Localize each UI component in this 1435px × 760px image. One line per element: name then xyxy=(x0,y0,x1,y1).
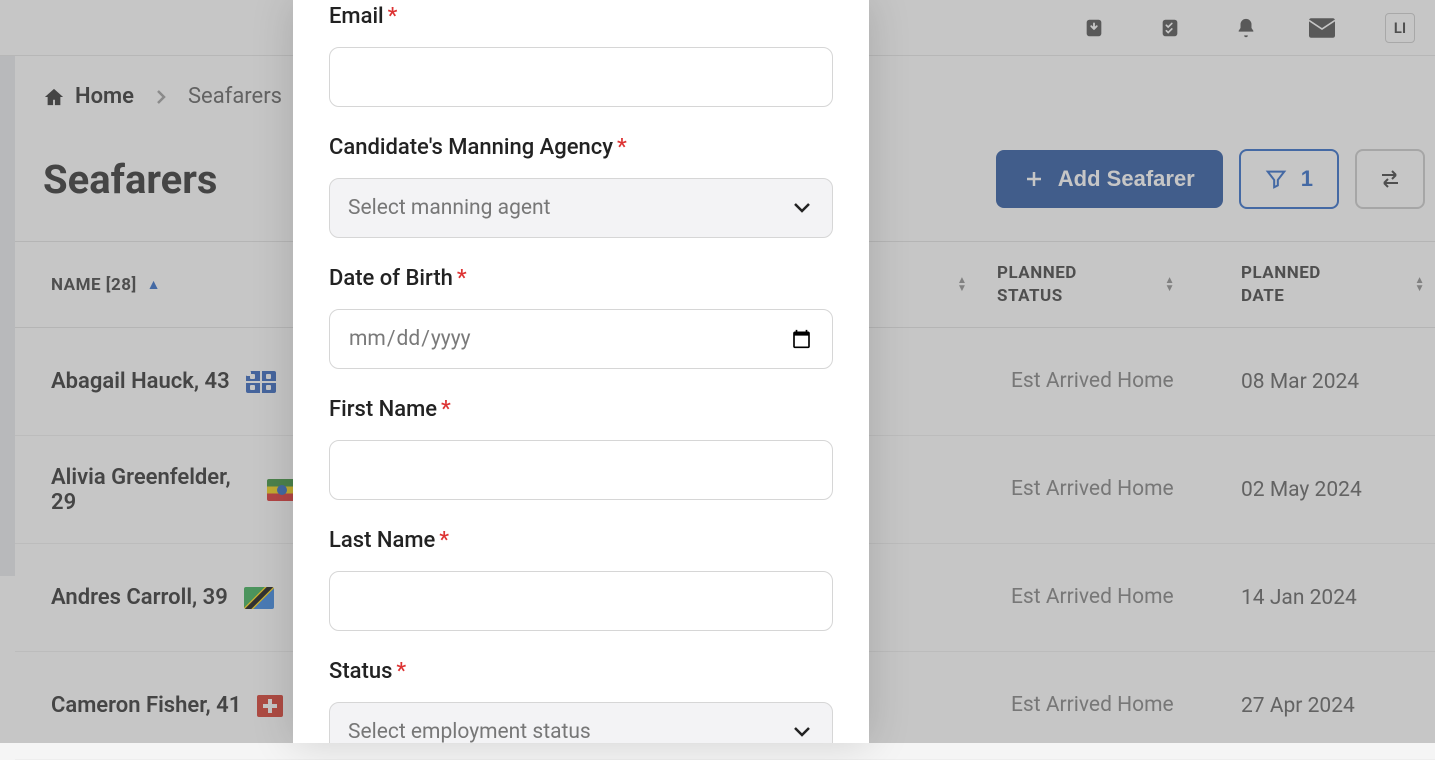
email-field[interactable] xyxy=(329,47,833,107)
dob-field[interactable] xyxy=(329,309,833,369)
add-seafarer-modal: Email* Candidate's Manning Agency* Selec… xyxy=(293,0,869,743)
dob-label: Date of Birth* xyxy=(329,266,833,291)
first-name-field[interactable] xyxy=(329,440,833,500)
first-name-label: First Name* xyxy=(329,397,833,422)
agency-select[interactable]: Select manning agent xyxy=(329,178,833,238)
status-select[interactable]: Select employment status xyxy=(329,702,833,743)
last-name-field[interactable] xyxy=(329,571,833,631)
last-name-label: Last Name* xyxy=(329,528,833,553)
agency-label: Candidate's Manning Agency* xyxy=(329,135,833,160)
email-label: Email* xyxy=(329,4,833,29)
status-label: Status* xyxy=(329,659,833,684)
